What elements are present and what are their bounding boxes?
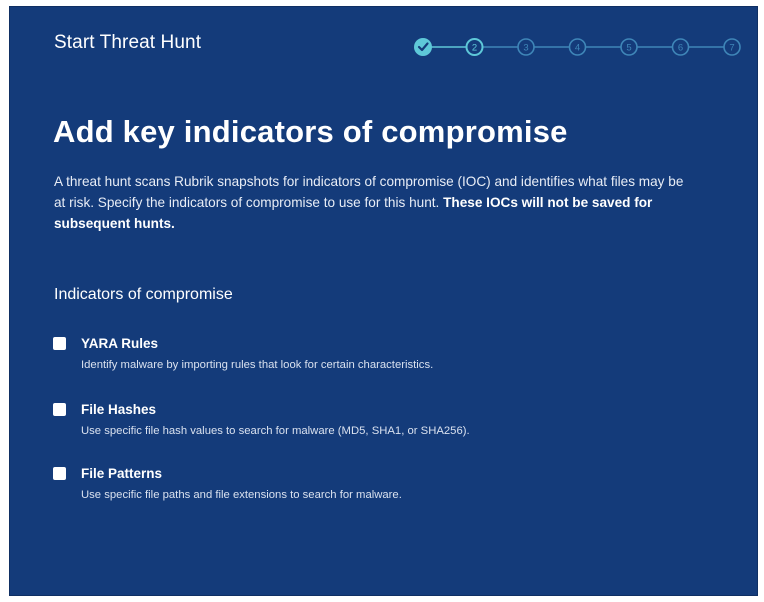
step-number: 7: [729, 43, 734, 54]
step-5-upcoming: 5: [620, 38, 638, 56]
file-patterns-checkbox[interactable]: [53, 466, 66, 480]
file-patterns-label[interactable]: File Patterns: [81, 466, 162, 481]
step-7-upcoming: 7: [723, 38, 741, 56]
wizard-stepper: 2 3 4 5 6 7: [412, 36, 742, 58]
wizard-title: Start Threat Hunt: [54, 32, 202, 53]
step-4-upcoming: 4: [568, 38, 587, 56]
page-description: A threat hunt scans Rubrik snapshots for…: [54, 171, 694, 234]
stepper-graphic: 2 3 4 5 6 7: [414, 38, 741, 56]
yara-rules-description: Identify malware by importing rules that…: [81, 359, 434, 371]
option-row[interactable]: YARA Rules: [53, 334, 693, 352]
step-2-current: 2: [465, 38, 484, 56]
option-yara-rules[interactable]: YARA Rules Identify malware by importing…: [53, 334, 693, 371]
file-hashes-checkbox[interactable]: [53, 402, 66, 416]
page-title: Add key indicators of compromise: [53, 114, 568, 149]
yara-rules-checkbox[interactable]: [53, 336, 66, 350]
file-patterns-description: Use specific file paths and file extensi…: [81, 489, 402, 501]
file-hashes-description: Use specific file hash values to search …: [81, 425, 470, 437]
option-row[interactable]: File Hashes: [53, 400, 693, 418]
option-row[interactable]: File Patterns: [53, 464, 693, 482]
step-number: 2: [472, 43, 477, 54]
threat-hunt-panel: Start Threat Hunt 2 3 4 5 6 7 Add key indicat…: [9, 6, 758, 596]
option-file-patterns[interactable]: File Patterns Use specific file paths an…: [53, 464, 693, 501]
yara-rules-label[interactable]: YARA Rules: [81, 336, 158, 351]
step-1-complete: [414, 38, 432, 56]
option-file-hashes[interactable]: File Hashes Use specific file hash value…: [53, 400, 693, 437]
step-number: 4: [575, 43, 580, 54]
step-number: 6: [678, 43, 683, 54]
step-number: 5: [626, 43, 631, 54]
step-6-upcoming: 6: [671, 38, 690, 56]
step-3-upcoming: 3: [517, 38, 535, 56]
file-hashes-label[interactable]: File Hashes: [81, 402, 156, 417]
step-number: 3: [523, 43, 528, 54]
ioc-section-title: Indicators of compromise: [54, 286, 233, 303]
